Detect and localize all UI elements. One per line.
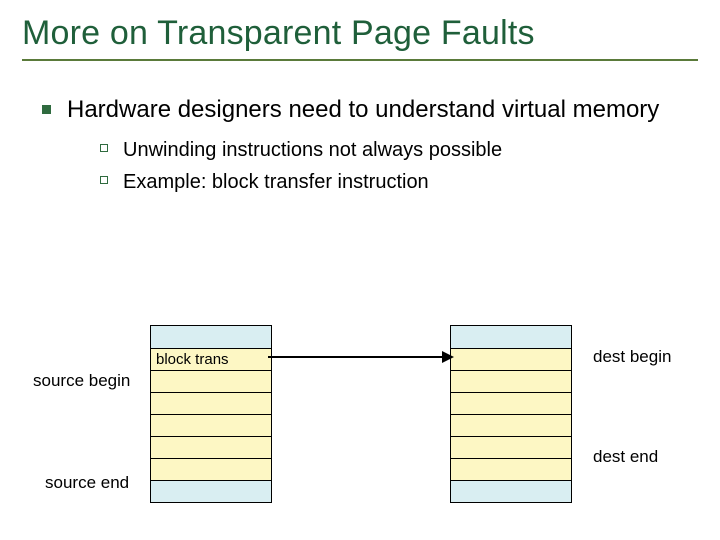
memory-block-source: block trans: [150, 325, 272, 503]
mem-row: [451, 414, 571, 436]
bullet-icon: [42, 105, 51, 114]
label-dest-begin: dest begin: [593, 347, 671, 367]
sub-bullet-text: Example: block transfer instruction: [123, 169, 429, 195]
slide-title: More on Transparent Page Faults: [22, 14, 698, 53]
mem-row: [151, 370, 271, 392]
mem-row: [451, 326, 571, 348]
sub-bullet-text: Unwinding instructions not always possib…: [123, 137, 502, 163]
mem-row: [151, 458, 271, 480]
bullet-text: Hardware designers need to understand vi…: [67, 95, 659, 125]
diagram: block trans source begin source end dest…: [0, 325, 720, 525]
sub-bullet-icon: [100, 176, 108, 184]
mem-row: [151, 436, 271, 458]
arrow-icon: [268, 356, 452, 358]
mem-row: [151, 392, 271, 414]
mem-row-block-trans: block trans: [151, 348, 271, 370]
label-dest-end: dest end: [593, 447, 658, 467]
bullet-level2: Unwinding instructions not always possib…: [100, 137, 698, 163]
mem-row: [451, 348, 571, 370]
label-source-end: source end: [45, 473, 129, 493]
sub-bullet-icon: [100, 144, 108, 152]
title-rule: More on Transparent Page Faults: [22, 14, 698, 61]
mem-row: [451, 370, 571, 392]
slide: More on Transparent Page Faults Hardware…: [0, 0, 720, 540]
mem-row: [451, 458, 571, 480]
bullet-level1: Hardware designers need to understand vi…: [42, 95, 698, 125]
mem-row: [151, 414, 271, 436]
bullet-level2: Example: block transfer instruction: [100, 169, 698, 195]
mem-row: [151, 326, 271, 348]
mem-row: [451, 480, 571, 502]
mem-row: [451, 392, 571, 414]
memory-block-dest: [450, 325, 572, 503]
mem-row: [151, 480, 271, 502]
mem-row: [451, 436, 571, 458]
label-source-begin: source begin: [33, 371, 130, 391]
